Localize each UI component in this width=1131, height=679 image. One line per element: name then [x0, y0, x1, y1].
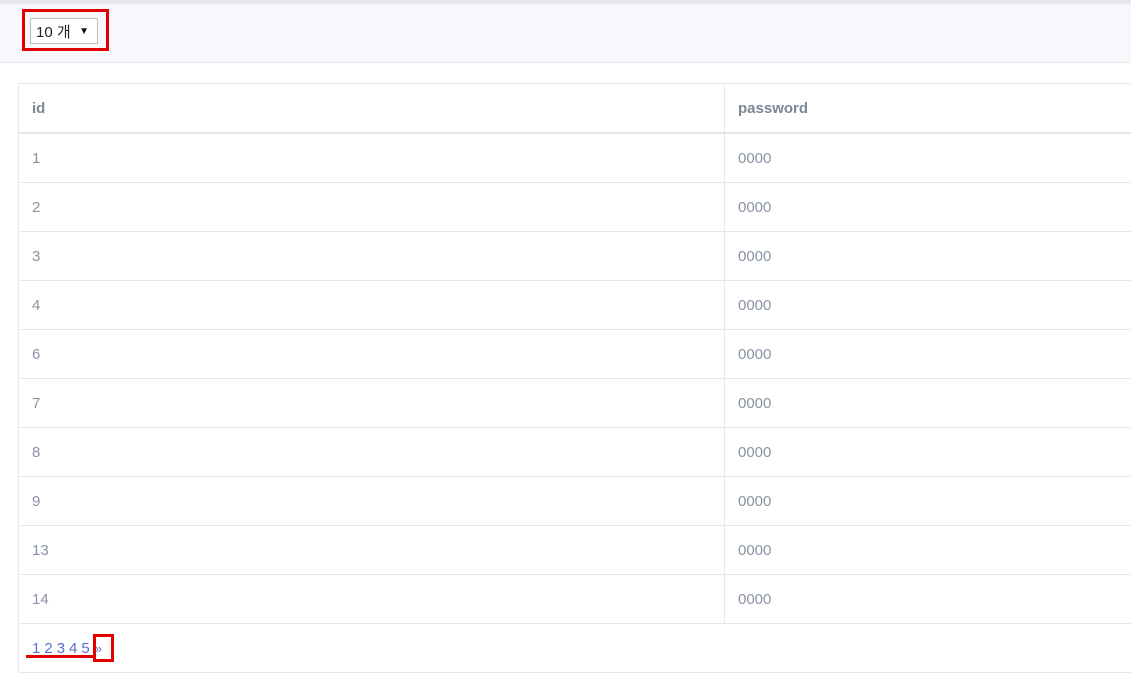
annotation-box-page-size [22, 9, 109, 51]
cell-password: 0000 [724, 132, 1131, 183]
page-link-5[interactable]: 5 [81, 640, 89, 657]
column-header-id: id [18, 83, 725, 134]
cell-password: 0000 [724, 378, 1131, 428]
page-link-1[interactable]: 1 [32, 640, 40, 657]
cell-id: 6 [18, 329, 725, 379]
cell-password: 0000 [724, 525, 1131, 575]
cell-id: 9 [18, 476, 725, 526]
page-link-4[interactable]: 4 [69, 640, 77, 657]
table-header-row: id password [18, 83, 1131, 134]
cell-id: 8 [18, 427, 725, 477]
page-link-3[interactable]: 3 [57, 640, 65, 657]
cell-id: 3 [18, 231, 725, 281]
table-row: 6 0000 [18, 329, 1131, 379]
cell-password: 0000 [724, 280, 1131, 330]
cell-password: 0000 [724, 329, 1131, 379]
toolbar: 10 개 ▼ [0, 4, 1131, 63]
table-row: 8 0000 [18, 427, 1131, 477]
pagination-row: 1 2 3 4 5 » [18, 623, 1131, 673]
table-row: 14 0000 [18, 574, 1131, 624]
page-link-2[interactable]: 2 [44, 640, 52, 657]
cell-password: 0000 [724, 574, 1131, 624]
cell-id: 7 [18, 378, 725, 428]
pagination-cell: 1 2 3 4 5 » [18, 623, 1131, 673]
table-row: 3 0000 [18, 231, 1131, 281]
cell-id: 13 [18, 525, 725, 575]
annotation-box-next [93, 634, 114, 662]
table-row: 4 0000 [18, 280, 1131, 330]
cell-id: 14 [18, 574, 725, 624]
cell-id: 4 [18, 280, 725, 330]
cell-password: 0000 [724, 427, 1131, 477]
cell-password: 0000 [724, 231, 1131, 281]
annotation-underline-pages [26, 655, 94, 658]
data-table: id password 1 0000 2 0000 3 0000 4 0000 [18, 83, 1131, 673]
table-row: 1 0000 [18, 132, 1131, 183]
cell-password: 0000 [724, 476, 1131, 526]
cell-id: 2 [18, 182, 725, 232]
table-row: 9 0000 [18, 476, 1131, 526]
cell-password: 0000 [724, 182, 1131, 232]
table-row: 13 0000 [18, 525, 1131, 575]
table-row: 2 0000 [18, 182, 1131, 232]
cell-id: 1 [18, 132, 725, 183]
column-header-password: password [724, 83, 1131, 134]
table-row: 7 0000 [18, 378, 1131, 428]
